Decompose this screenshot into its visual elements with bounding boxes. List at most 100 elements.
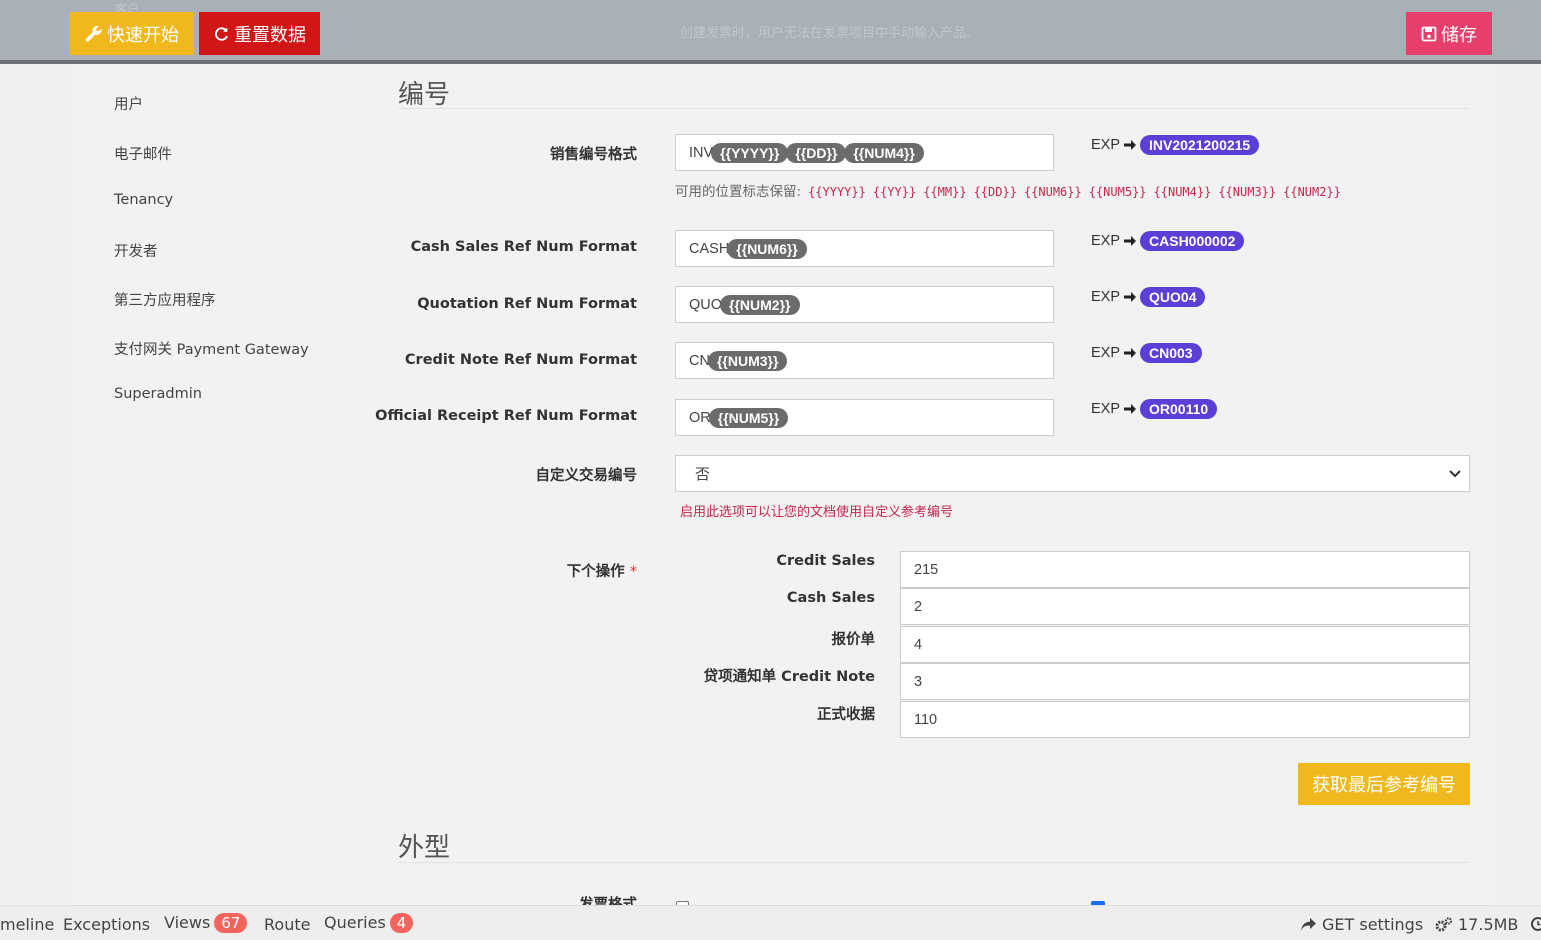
- format-tag[interactable]: {{NUM4}}: [844, 142, 924, 163]
- credit-note-format-input[interactable]: CN {{NUM3}}: [675, 342, 1054, 379]
- save-label: 储存: [1441, 24, 1477, 46]
- example-badge: INV2021200215: [1140, 135, 1260, 155]
- quick-start-button[interactable]: 快速开始: [70, 12, 194, 55]
- custom-ref-label: 自定义交易编号: [535, 468, 638, 484]
- debug-request-label: GET settings: [1322, 915, 1424, 934]
- reset-data-button[interactable]: 重置数据: [199, 12, 320, 55]
- format-tag[interactable]: {{NUM2}}: [720, 294, 800, 315]
- cash-format-input[interactable]: CASH {{NUM6}}: [675, 230, 1054, 267]
- arrow-right-icon: [1124, 140, 1137, 150]
- sidebar-item-third-party-apps[interactable]: 第三方应用程序: [114, 289, 216, 310]
- next-official-receipt-input[interactable]: 110: [900, 701, 1470, 738]
- credit-note-format-label: Credit Note Ref Num Format: [404, 352, 637, 368]
- next-quotation-input[interactable]: 4: [900, 626, 1470, 663]
- debug-tab-queries-label: Queries: [324, 913, 386, 932]
- debug-tab-views[interactable]: Views 67: [164, 913, 248, 933]
- custom-ref-help: 启用此选项可以让您的文档使用自定义参考编号: [680, 505, 954, 520]
- invoice-format-label: 发票格式: [579, 897, 637, 905]
- floppy-disk-icon: [1421, 26, 1437, 41]
- debug-request-info[interactable]: GET settings: [1300, 915, 1423, 934]
- example-badge: OR00110: [1140, 399, 1218, 419]
- next-quotation-label: 报价单: [831, 632, 876, 648]
- next-number-label: 下个操作 *: [567, 560, 637, 581]
- official-receipt-format-example: EXP OR00110: [1091, 399, 1218, 419]
- sidebar-item-payment-gateway[interactable]: 支付网关 Payment Gateway: [114, 338, 309, 359]
- format-tag[interactable]: {{NUM3}}: [707, 350, 788, 371]
- credit-note-format-example: EXP CN003: [1091, 343, 1202, 363]
- refresh-icon: [215, 27, 228, 41]
- official-receipt-format-label: Official Receipt Ref Num Format: [375, 408, 637, 424]
- reset-data-label: 重置数据: [234, 24, 306, 46]
- debug-tab-exceptions[interactable]: Exceptions: [63, 915, 150, 934]
- next-cash-sales-input[interactable]: 2: [900, 588, 1470, 625]
- placeholder-code: {{DD}}: [973, 185, 1017, 199]
- wrench-icon: [85, 25, 102, 42]
- placeholder-code: {{NUM3}}: [1218, 185, 1277, 199]
- format-prefix: CASH: [689, 240, 730, 257]
- appearance-section-title: 外型: [398, 833, 451, 863]
- arrow-right-icon: [1124, 348, 1137, 358]
- format-prefix: INV: [689, 144, 714, 161]
- placeholder-code: {{NUM4}}: [1153, 185, 1212, 199]
- quotation-format-label: Quotation Ref Num Format: [417, 296, 637, 312]
- save-button[interactable]: 储存: [1406, 12, 1492, 55]
- next-credit-note-input[interactable]: 3: [900, 663, 1470, 700]
- top-action-bar: 客户 创建发票时，用户无法在发票项目中手动输入产品。 快速开始 重置数据 储存: [0, 0, 1541, 64]
- sales-format-label: 销售编号格式: [550, 147, 637, 163]
- debug-tab-timeline[interactable]: meline: [0, 915, 54, 934]
- placeholder-code: {{NUM5}}: [1088, 185, 1147, 199]
- next-credit-note-label: 贷项通知单 Credit Note: [703, 669, 875, 685]
- custom-ref-value: 否: [695, 465, 711, 483]
- exp-label: EXP: [1091, 401, 1121, 417]
- arrow-right-icon: [1124, 236, 1137, 246]
- custom-ref-select[interactable]: 否: [675, 455, 1470, 492]
- format-prefix: OR: [689, 409, 711, 426]
- placeholder-hint-label: 可用的位置标志保留:: [675, 184, 802, 200]
- debug-tab-views-label: Views: [164, 913, 211, 932]
- placeholder-code: {{YY}}: [872, 185, 917, 199]
- exp-label: EXP: [1091, 345, 1121, 361]
- sidebar-item-tenancy[interactable]: Tenancy: [114, 192, 173, 208]
- placeholder-code: {{NUM2}}: [1283, 185, 1341, 199]
- required-mark: *: [629, 564, 637, 580]
- debug-bar: meline Exceptions Views 67 Route Queries 4…: [0, 905, 1541, 940]
- format-tag[interactable]: {{NUM6}}: [727, 238, 807, 259]
- example-badge: CASH000002: [1140, 231, 1245, 251]
- placeholder-code: {{MM}}: [923, 185, 967, 199]
- cash-format-example: EXP CASH000002: [1091, 231, 1245, 251]
- format-tag[interactable]: {{NUM5}}: [708, 407, 789, 428]
- format-tag[interactable]: {{YYYY}}: [711, 142, 789, 163]
- numbering-section-title: 编号: [398, 80, 451, 110]
- quick-start-label: 快速开始: [107, 24, 179, 46]
- exp-label: EXP: [1091, 137, 1121, 153]
- chevron-down-icon: [1449, 470, 1461, 478]
- official-receipt-format-input[interactable]: OR {{NUM5}}: [675, 399, 1054, 436]
- sales-format-input[interactable]: INV {{YYYY}} {{DD}} {{NUM4}}: [675, 134, 1054, 171]
- queries-count-badge: 4: [389, 913, 414, 933]
- sidebar-item-developer[interactable]: 开发者: [114, 240, 158, 261]
- example-badge: CN003: [1140, 343, 1202, 363]
- debug-memory-label: 17.5MB: [1458, 915, 1519, 934]
- section-divider: [398, 862, 1469, 863]
- next-credit-sales-input[interactable]: 215: [900, 551, 1470, 588]
- placeholder-code: {{YYYY}}: [808, 185, 866, 199]
- share-arrow-icon: [1301, 918, 1316, 931]
- next-credit-sales-label: Credit Sales: [776, 553, 875, 569]
- placeholder-hint: 可用的位置标志保留: {{YYYY}} {{YY}} {{MM}} {{DD}} {{NU…: [675, 180, 1341, 200]
- arrow-right-icon: [1124, 292, 1137, 302]
- section-divider: [398, 108, 1469, 109]
- placeholder-code: {{NUM6}}: [1023, 185, 1082, 199]
- format-prefix: QUO: [689, 296, 723, 313]
- quotation-format-input[interactable]: QUO {{NUM2}}: [675, 286, 1054, 323]
- example-badge: QUO04: [1140, 287, 1206, 307]
- cogs-icon: [1435, 916, 1453, 931]
- debug-tab-route[interactable]: Route: [264, 915, 310, 934]
- debug-tab-queries[interactable]: Queries 4: [324, 913, 414, 933]
- sidebar-item-email[interactable]: 电子邮件: [114, 143, 172, 164]
- quotation-format-example: EXP QUO04: [1091, 287, 1206, 307]
- format-prefix: CN: [689, 352, 710, 369]
- sidebar-item-superadmin[interactable]: Superadmin: [114, 386, 202, 402]
- fetch-last-ref-button[interactable]: 获取最后参考编号: [1298, 763, 1470, 805]
- sidebar-item-users[interactable]: 用户: [114, 93, 143, 114]
- format-tag[interactable]: {{DD}}: [786, 142, 847, 163]
